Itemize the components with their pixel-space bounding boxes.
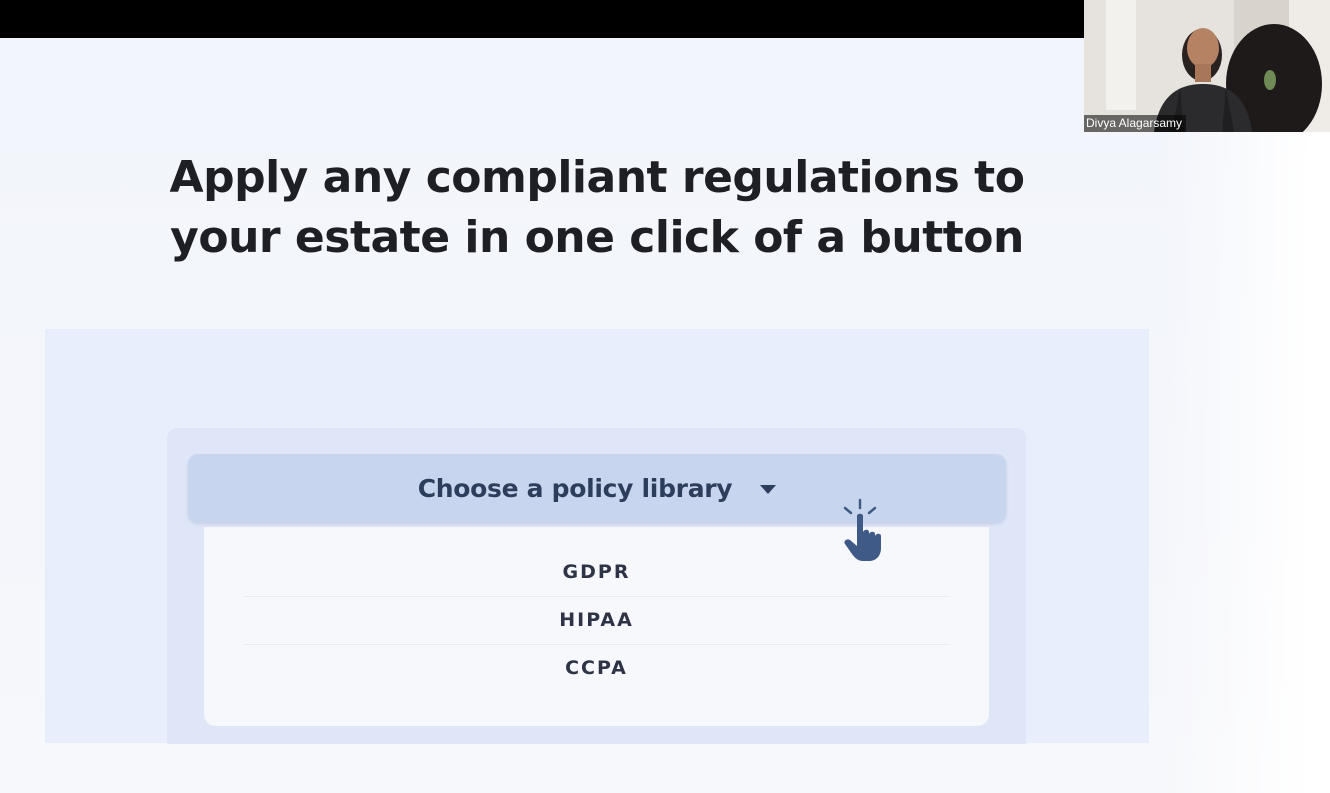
participant-video-tile: Divya Alagarsamy	[1084, 0, 1330, 132]
option-ccpa[interactable]: CCPA	[204, 644, 989, 692]
headline-line-1: Apply any compliant regulations to	[169, 152, 1025, 203]
participant-name-label: Divya Alagarsamy	[1084, 115, 1187, 132]
participant-video	[1084, 0, 1330, 132]
headline-line-2: your estate in one click of a button	[170, 212, 1024, 263]
slide-edge-fade	[1160, 38, 1330, 793]
option-hipaa[interactable]: HIPAA	[204, 596, 989, 644]
dropdown-label: Choose a policy library	[417, 473, 733, 503]
slide-headline: Apply any compliant regulations to your …	[120, 148, 1074, 268]
caret-down-icon	[760, 484, 777, 494]
hand-pointer-icon	[843, 498, 881, 561]
